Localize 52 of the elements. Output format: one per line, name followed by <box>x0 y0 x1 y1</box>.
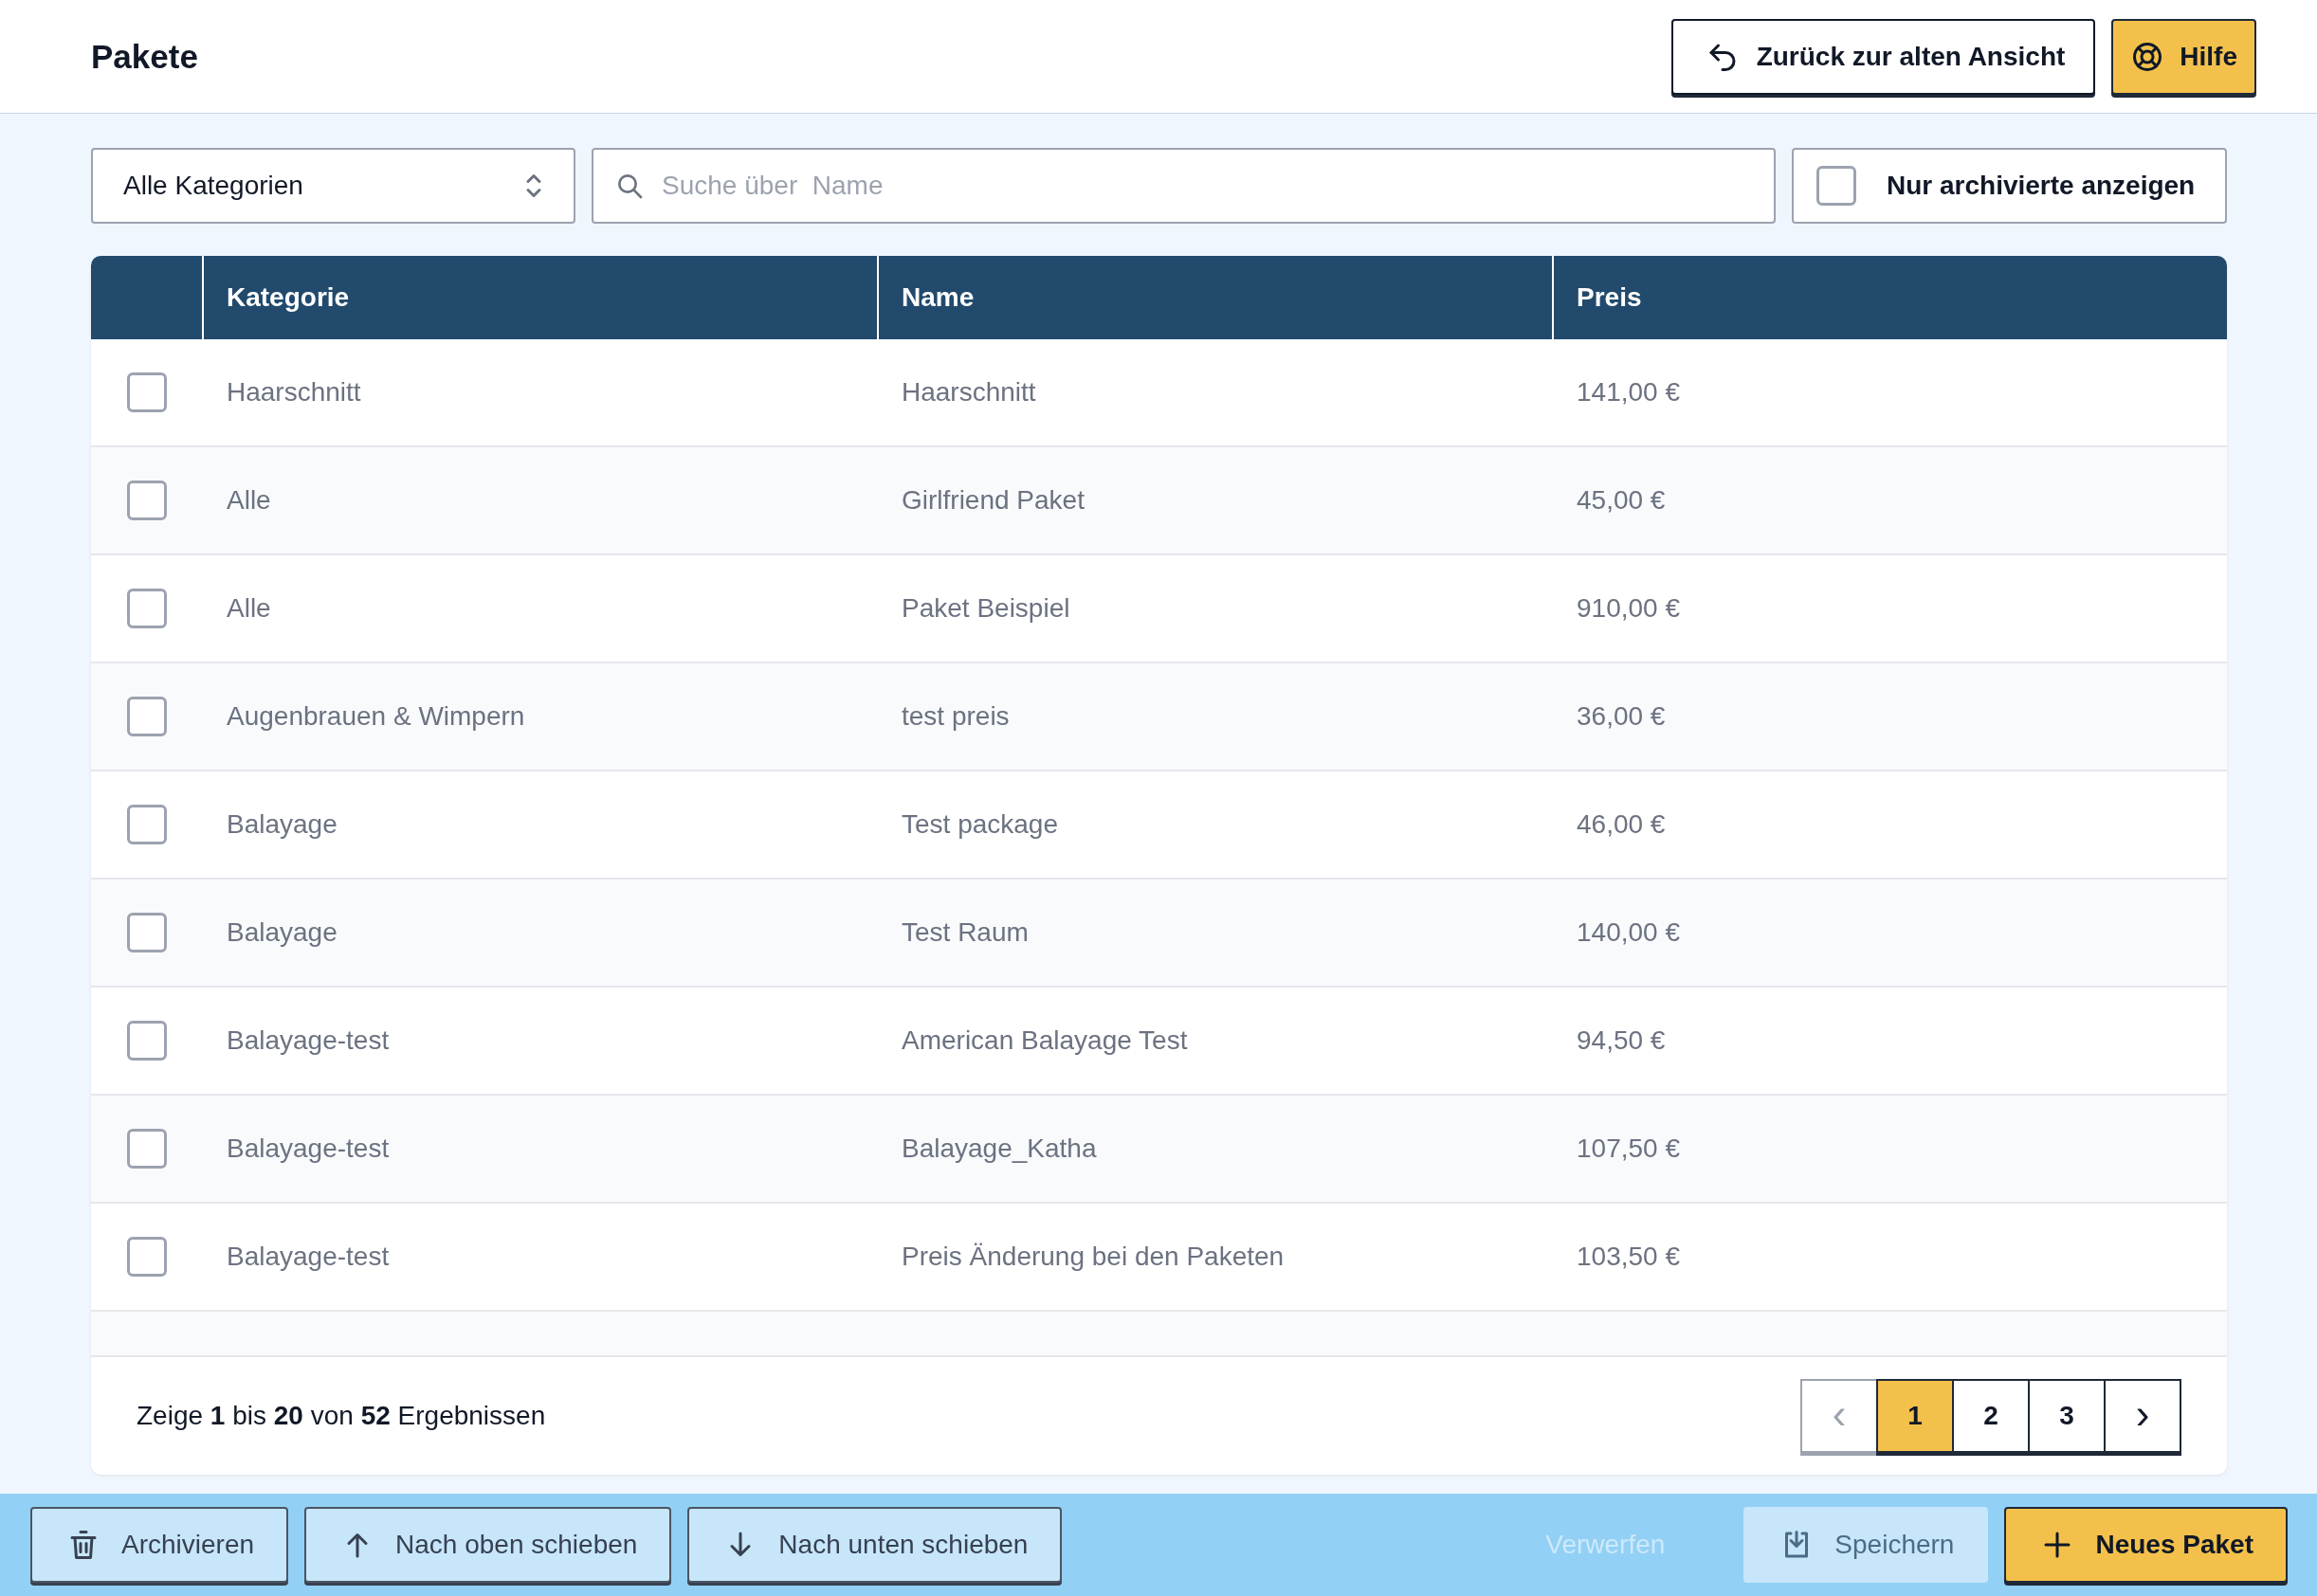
row-checkbox[interactable] <box>126 1237 167 1277</box>
table-cell-text: Balayage-test <box>226 1134 391 1164</box>
table-cell-text: Test Raum <box>901 917 1030 948</box>
table-cell-text: Balayage <box>226 917 338 948</box>
category-dropdown[interactable]: Alle Kategorien <box>91 148 575 224</box>
row-checkbox[interactable] <box>126 1129 167 1169</box>
row-checkbox[interactable] <box>126 589 167 628</box>
move-up-button[interactable]: Nach oben schieben <box>304 1507 672 1583</box>
table-cell-text: 46,00 € <box>1576 809 1667 840</box>
page-button[interactable]: 1 <box>1876 1379 1954 1453</box>
archive-button[interactable]: Archivieren <box>30 1507 289 1583</box>
row-checkbox[interactable] <box>126 805 167 844</box>
back-button[interactable]: Zurück zur alten Ansicht <box>1670 18 2096 95</box>
row-checkbox[interactable] <box>126 1021 167 1061</box>
table-cell-text: Balayage <box>226 809 338 840</box>
row-checkbox[interactable] <box>126 913 167 952</box>
table-cell-text: Balayage_Katha <box>901 1134 1098 1164</box>
table-cell-text: Balayage-test <box>226 1242 391 1272</box>
table-cell-text: Test package <box>901 809 1059 840</box>
table-cell-text: American Balayage Test <box>901 1025 1189 1056</box>
archived-toggle[interactable]: Nur archivierte anzeigen <box>1792 148 2227 224</box>
page-button[interactable]: 3 <box>2028 1379 2106 1453</box>
table-cell-text: test preis <box>901 701 1011 732</box>
checkbox[interactable] <box>1816 166 1856 206</box>
next-page-button[interactable]: › <box>2104 1379 2181 1453</box>
search-field[interactable]: Suche über Name <box>592 148 1776 224</box>
row-checkbox[interactable] <box>126 372 167 412</box>
row-checkbox[interactable] <box>126 697 167 736</box>
table-cell-text: Girlfriend Paket <box>901 485 1086 516</box>
table-cell-text: Balayage-test <box>226 1025 391 1056</box>
help-button[interactable]: Hilfe <box>2111 18 2256 95</box>
table-cell-text: Preis Änderung bei den Paketen <box>901 1242 1286 1272</box>
page-button[interactable]: 2 <box>1952 1379 2030 1453</box>
results-summary: Zeige 1 bis 20 von 52 Ergebnissen <box>137 1401 546 1431</box>
table-cell-text: Alle <box>226 485 272 516</box>
table-cell-text: Paket Beispiel <box>901 593 1071 624</box>
table-cell-text: 141,00 € <box>1576 377 1681 408</box>
table-cell-text: Haarschnitt <box>226 377 362 408</box>
table-cell-text: 910,00 € <box>1576 593 1681 624</box>
table-cell-text: 45,00 € <box>1576 485 1667 516</box>
page-title: Pakete <box>91 37 198 76</box>
table-cell-text: 36,00 € <box>1576 701 1667 732</box>
table-cell-text: 140,00 € <box>1576 917 1681 948</box>
table-cell-text: 107,50 € <box>1576 1134 1681 1164</box>
new-package-button[interactable]: Neues Paket <box>2004 1507 2288 1583</box>
move-down-button[interactable]: Nach unten schieben <box>687 1507 1063 1583</box>
table-cell-text: Haarschnitt <box>901 377 1037 408</box>
table-cell-text: Augenbrauen & Wimpern <box>226 701 526 732</box>
row-checkbox[interactable] <box>126 481 167 520</box>
table-cell-text: Alle <box>226 593 272 624</box>
table-cell-text: 103,50 € <box>1576 1242 1681 1272</box>
table-cell-text: 94,50 € <box>1576 1025 1667 1056</box>
